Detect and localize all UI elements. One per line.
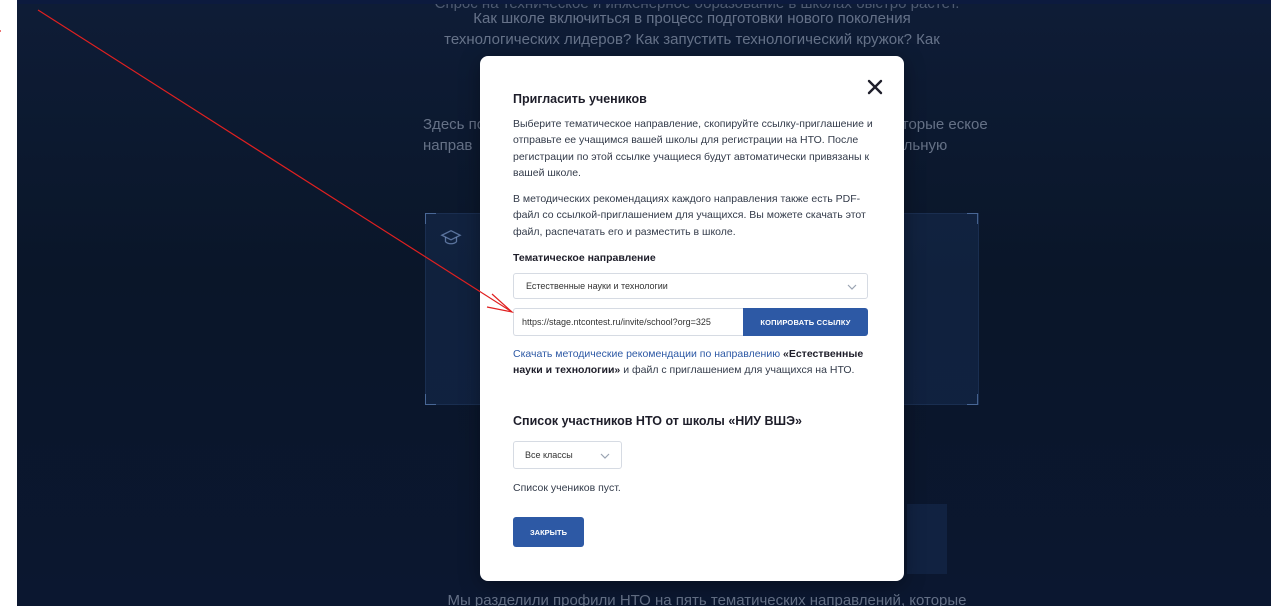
download-recommendations: Скачать методические рекомендации по нап…	[513, 346, 873, 379]
modal-description: Выберите тематическое направление, скопи…	[513, 118, 873, 179]
invite-students-modal: Пригласить учеников Выберите тематическо…	[480, 56, 904, 581]
participants-list-title: Список участников НТО от школы «НИУ ВШЭ»	[513, 414, 802, 428]
graduation-cap-icon	[440, 229, 462, 245]
background-paragraph: Как школе включиться в процесс подготовк…	[444, 10, 940, 48]
direction-label: Тематическое направление	[513, 252, 656, 264]
corner-bracket	[425, 394, 436, 405]
background-bottom-text: Мы разделили профили НТО на пять тематич…	[447, 592, 967, 606]
background-block	[907, 504, 947, 574]
modal-description-pdf: В методических рекомендациях каждого нап…	[513, 193, 866, 238]
chevron-down-icon	[600, 453, 610, 459]
invite-link-field[interactable]	[513, 308, 743, 336]
class-filter-value: Все классы	[525, 450, 573, 460]
corner-bracket	[425, 213, 436, 224]
corner-bracket	[967, 394, 978, 405]
close-button[interactable]: ЗАКРЫТЬ	[513, 517, 584, 547]
chevron-down-icon	[847, 284, 857, 290]
class-filter-select[interactable]: Все классы	[513, 441, 622, 469]
empty-list-message: Список учеников пуст.	[513, 482, 621, 494]
corner-bracket	[967, 213, 978, 224]
download-suffix: и файл с приглашением для учащихся на НТ…	[620, 364, 855, 377]
direction-select-value: Естественные науки и технологии	[526, 281, 668, 291]
close-icon[interactable]	[864, 76, 886, 98]
direction-select[interactable]: Естественные науки и технологии	[513, 273, 868, 299]
download-recommendations-link[interactable]: Скачать методические рекомендации по нап…	[513, 348, 780, 360]
modal-title: Пригласить учеников	[513, 92, 647, 106]
copy-link-button[interactable]: КОПИРОВАТЬ ССЫЛКУ	[743, 308, 868, 336]
